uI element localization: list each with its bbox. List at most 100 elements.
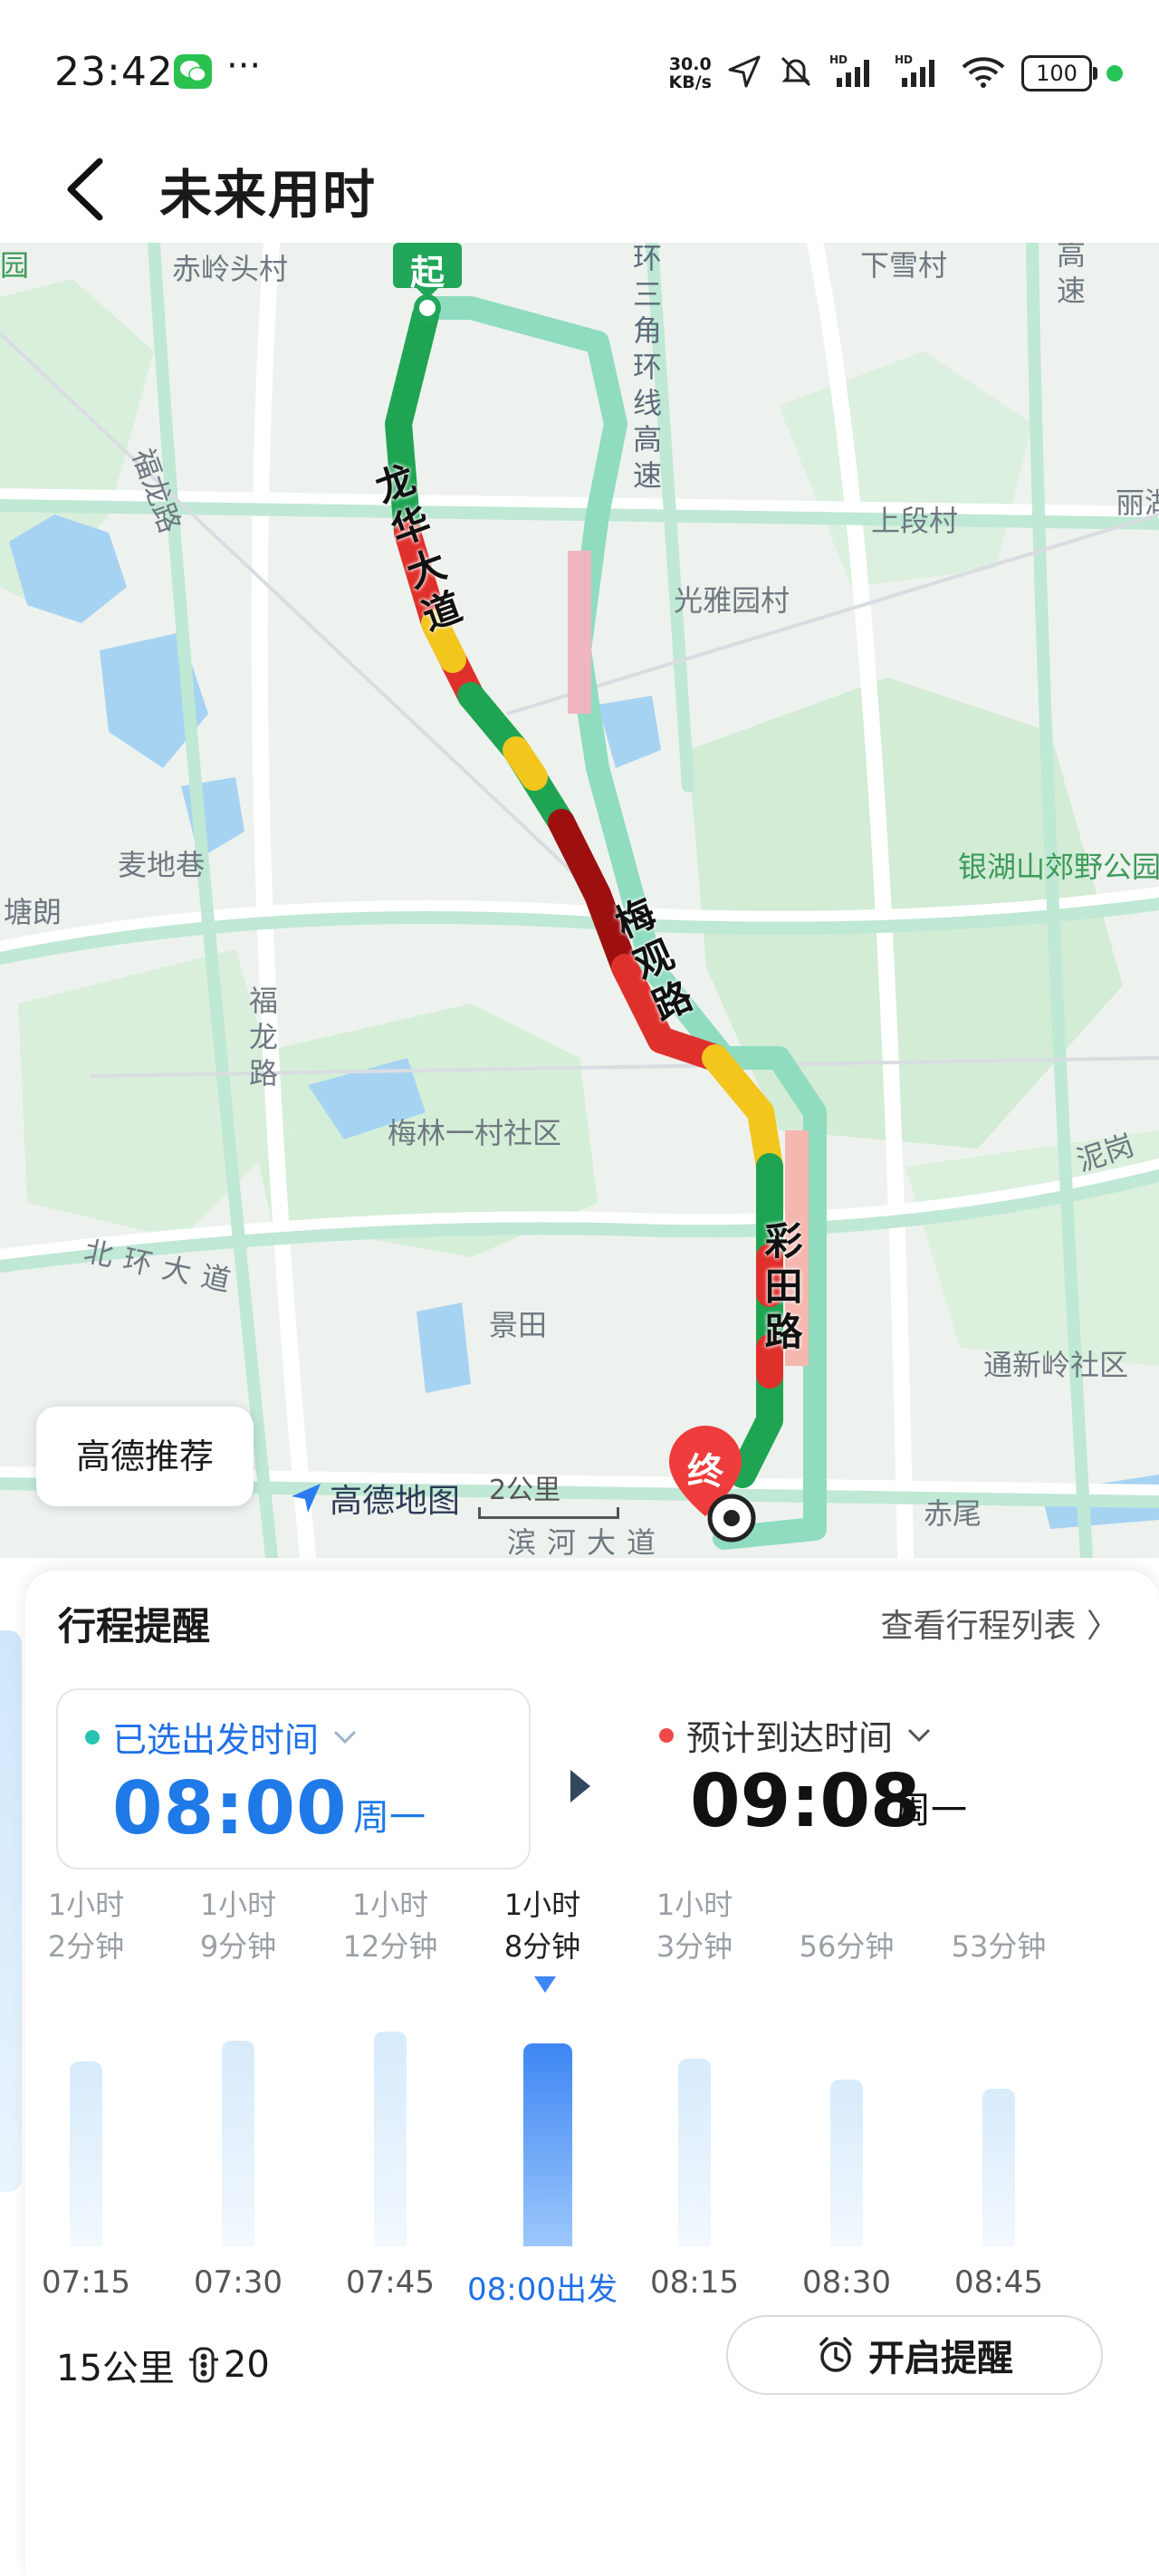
departure-time-label: 08:30 (802, 2264, 891, 2301)
map-label: 丽湖 (1116, 485, 1159, 520)
header: 未来用时 (0, 136, 1159, 243)
status-time: 23:42 (54, 49, 174, 95)
mute-icon (777, 53, 815, 94)
more-icon: ··· (226, 45, 262, 87)
map-label: 园 (0, 248, 30, 283)
wechat-icon (174, 54, 212, 89)
departure-label-text: 已选出发时间 (112, 1720, 320, 1760)
enable-reminder-label: 开启提醒 (868, 2338, 1013, 2379)
svg-text:HD: HD (895, 53, 913, 66)
back-button[interactable] (58, 149, 121, 230)
wifi-icon (960, 53, 1007, 94)
alarm-clock-icon (819, 2337, 852, 2372)
back-arrow-icon (67, 158, 103, 221)
start-marker: 起 (391, 243, 464, 346)
duration-line2: 56分钟 (799, 1929, 895, 1964)
map-label: 银湖山郊野公园 (958, 850, 1159, 884)
map-label: 景田 (489, 1308, 548, 1342)
departure-dot-icon (85, 1729, 100, 1745)
arrival-label[interactable]: 预计到达时间 (659, 1710, 933, 1760)
route-map[interactable]: 赤岭头村 下雪村 高速 福龙路 上段村 丽湖 光雅园村 麦地巷 塘朗 银湖山郊野… (0, 243, 1159, 1558)
duration-bar (222, 2041, 254, 2246)
departure-time-label: 07:30 (194, 2264, 283, 2301)
map-label: 赤岭头村 (172, 252, 289, 286)
map-label: 滨河大道 (507, 1525, 667, 1558)
traffic-light-icon (188, 2347, 218, 2383)
duration-bar (374, 2032, 407, 2246)
departure-option[interactable]: 53分钟 08:45 (931, 1884, 1067, 2301)
duration-line1: 1小时 (47, 1888, 125, 1922)
chevron-down-icon (907, 1728, 931, 1742)
amap-logo-icon (292, 1484, 321, 1513)
route-distance: 15公里 (56, 2348, 175, 2389)
traffic-light-count: 20 (223, 2344, 270, 2386)
departure-time-card[interactable]: 已选出发时间 08:00 周一 (56, 1688, 531, 1870)
duration-line2: 12分钟 (342, 1929, 438, 1964)
view-trip-list-label: 查看行程列表 (880, 1608, 1077, 1645)
duration-line1: 1小时 (656, 1888, 733, 1922)
map-label: 上段村 (871, 504, 959, 538)
route-road-label: 彩田路 (759, 1221, 803, 1357)
duration-line1: 1小时 (199, 1888, 277, 1922)
departure-weekday: 周一 (353, 1797, 426, 1839)
duration-bar (70, 2062, 102, 2246)
amap-logo: 高德地图 (288, 1475, 460, 1522)
departure-option[interactable]: 1小时 12分钟 07:45 (322, 1884, 458, 2301)
departure-time-label: 08:45 (954, 2264, 1043, 2301)
departure-option[interactable]: 1小时 8分钟 08:00出发 (467, 1884, 618, 2308)
signal-hd-icon: HD (829, 53, 880, 94)
trip-reminder-sheet: 行程提醒 查看行程列表 〉 已选出发时间 08:00 周一 预计到达时间 09:… (25, 1571, 1159, 2576)
duration-bar (678, 2059, 711, 2246)
net-speed-unit: KB/s (668, 72, 712, 92)
arrival-time: 09:08 (690, 1759, 921, 1843)
duration-bar (830, 2080, 863, 2246)
sheet-title: 行程提醒 (58, 1604, 211, 1648)
map-label: 环三角环线高速 (628, 243, 663, 496)
recommend-button[interactable]: 高德推荐 (36, 1407, 254, 1506)
signal-hd-icon: HD (895, 53, 945, 94)
duration-bar (982, 2089, 1015, 2246)
map-label: 梅林一村社区 (388, 1116, 562, 1150)
departure-option[interactable]: 1小时 2分钟 07:15 (18, 1884, 154, 2301)
duration-line2: 8分钟 (503, 1929, 581, 1964)
map-label: 光雅园村 (674, 583, 790, 618)
duration-line2: 2分钟 (47, 1929, 125, 1964)
duration-line2: 3分钟 (656, 1929, 733, 1964)
duration-line2: 9分钟 (199, 1929, 277, 1964)
arrival-dot-icon (659, 1727, 674, 1743)
map-scale: 2公里 (489, 1475, 561, 1506)
chevron-right-icon: 〉 (1086, 1608, 1119, 1645)
arrow-right-icon (569, 1768, 592, 1808)
duration-line2: 53分钟 (951, 1929, 1047, 1964)
departure-option[interactable]: 56分钟 08:30 (779, 1884, 915, 2301)
departure-time: 08:00 (112, 1766, 348, 1850)
departure-option[interactable]: 1小时 3分钟 08:15 (627, 1884, 762, 2301)
departure-time-chart: 1小时 2分钟 07:15 1小时 9分钟 07:30 1小时 12分钟 07:45 1小时 8分钟… (25, 1884, 1159, 2308)
amap-logo-text: 高德地图 (330, 1483, 461, 1520)
net-speed: 30.0 KB/s (669, 55, 712, 91)
enable-reminder-button[interactable]: 开启提醒 (726, 2315, 1103, 2395)
start-marker-label: 起 (409, 253, 445, 293)
destination-point-icon (706, 1493, 757, 1547)
duration-line1: 1小时 (503, 1888, 581, 1922)
location-icon (726, 53, 762, 93)
end-marker-label: 终 (687, 1451, 723, 1493)
duration-line1: 1小时 (351, 1888, 429, 1922)
map-label: 高速 (1052, 243, 1087, 312)
map-label: 塘朗 (4, 895, 62, 929)
departure-option[interactable]: 1小时 9分钟 07:30 (170, 1884, 306, 2301)
departure-time-label: 07:15 (42, 2264, 130, 2301)
departure-time-label: 07:45 (346, 2264, 435, 2301)
map-scale-bar (478, 1507, 619, 1519)
chevron-down-icon (333, 1730, 357, 1744)
net-speed-value: 30.0 (668, 54, 712, 74)
map-label: 下雪村 (860, 248, 948, 283)
departure-time-label: 08:00出发 (467, 2272, 618, 2308)
page-title: 未来用时 (159, 164, 378, 226)
map-label: 福龙路 (244, 985, 279, 1094)
dot-icon (1106, 65, 1123, 82)
battery-icon: 100 (1021, 55, 1097, 91)
map-label: 麦地巷 (118, 848, 206, 882)
departure-time-label: 08:15 (650, 2264, 739, 2301)
view-trip-list-link[interactable]: 查看行程列表 〉 (881, 1600, 1119, 1647)
